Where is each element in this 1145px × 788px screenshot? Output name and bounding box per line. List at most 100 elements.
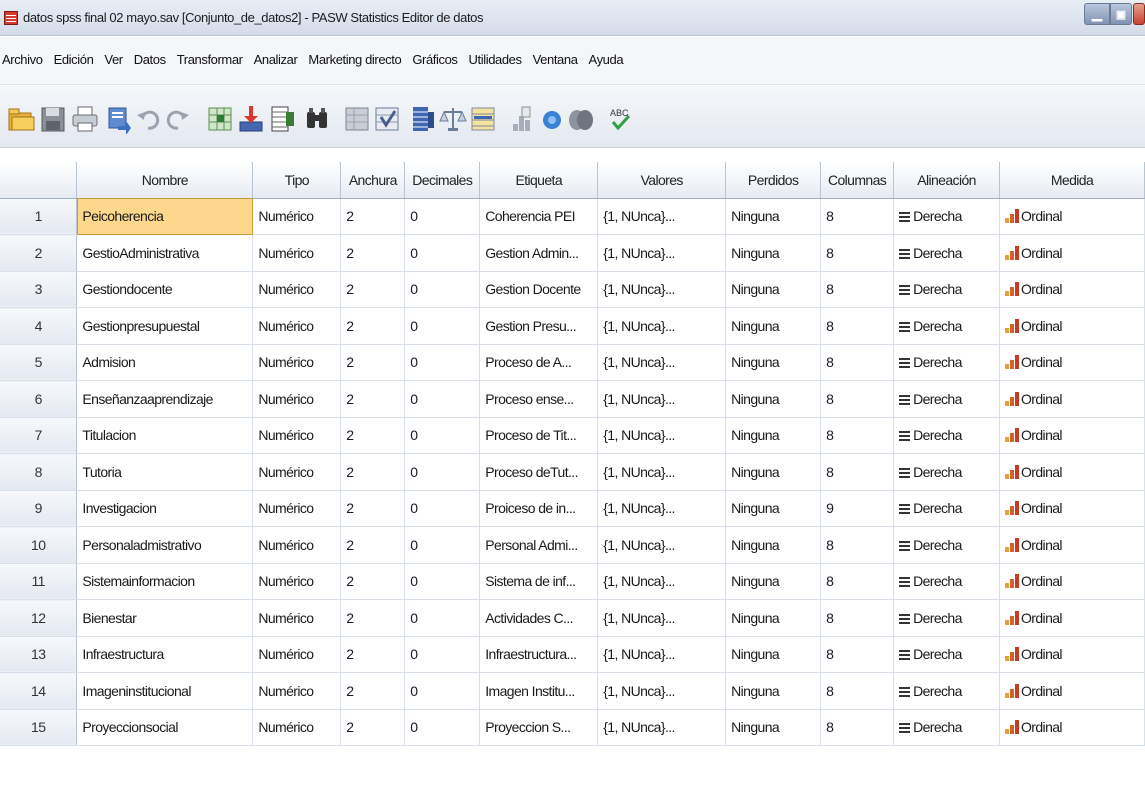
cell-decimales[interactable]: 0 xyxy=(404,307,481,345)
maximize-button[interactable]: ▣ xyxy=(1110,3,1132,25)
print-icon[interactable] xyxy=(70,104,100,134)
menu-transformar[interactable]: Transformar xyxy=(177,52,243,67)
cell-etiqueta[interactable]: Infraestructura... xyxy=(479,636,599,673)
cell-alineacion[interactable]: Derecha xyxy=(893,526,1001,564)
cell-alineacion[interactable]: Derecha xyxy=(893,198,1001,235)
cell-tipo[interactable]: Numérico xyxy=(252,563,342,600)
cell-tipo[interactable]: Numérico xyxy=(252,672,342,710)
show-all-variables-icon[interactable] xyxy=(566,104,596,134)
cell-tipo[interactable]: Numérico xyxy=(252,636,342,673)
cell-decimales[interactable]: 0 xyxy=(404,380,481,418)
cell-perdidos[interactable]: Ninguna xyxy=(725,234,822,272)
weight-cases-icon[interactable] xyxy=(438,104,468,134)
cell-medida[interactable]: Ordinal xyxy=(999,198,1145,235)
cell-valores[interactable]: {1, NUnca}... xyxy=(597,234,727,272)
row-number[interactable]: 11 xyxy=(0,563,78,600)
cell-tipo[interactable]: Numérico xyxy=(252,344,342,381)
cell-valores[interactable]: {1, NUnca}... xyxy=(597,380,727,418)
table-row[interactable]: 10 Personaladmistrativo Numérico 2 0 Personal… xyxy=(0,526,1145,564)
menu-archivo[interactable]: Archivo xyxy=(2,52,43,67)
row-number[interactable]: 12 xyxy=(0,599,78,637)
table-row[interactable]: 4 Gestionpresupuestal Numérico 2 0 Gestion Pr… xyxy=(0,307,1145,345)
cell-etiqueta[interactable]: Proceso de Tit... xyxy=(479,417,599,454)
cell-decimales[interactable]: 0 xyxy=(404,636,481,673)
cell-decimales[interactable]: 0 xyxy=(404,271,481,308)
row-number[interactable]: 9 xyxy=(0,490,78,527)
cell-columnas[interactable]: 8 xyxy=(820,636,895,673)
cell-columnas[interactable]: 8 xyxy=(820,417,895,454)
header-columnas[interactable]: Columnas xyxy=(820,162,895,199)
split-file-icon[interactable] xyxy=(408,104,438,134)
table-row[interactable]: 15 Proyeccionsocial Numérico 2 0 Proyeccion S… xyxy=(0,709,1145,746)
cell-perdidos[interactable]: Ninguna xyxy=(725,709,822,746)
header-etiqueta[interactable]: Etiqueta xyxy=(479,162,599,199)
cell-columnas[interactable]: 8 xyxy=(820,563,895,600)
cell-tipo[interactable]: Numérico xyxy=(252,417,342,454)
cell-decimales[interactable]: 0 xyxy=(404,453,481,491)
menu-graficos[interactable]: Gráficos xyxy=(412,52,458,67)
cell-tipo[interactable]: Numérico xyxy=(252,526,342,564)
cell-medida[interactable]: Ordinal xyxy=(999,599,1145,637)
cell-decimales[interactable]: 0 xyxy=(404,198,481,235)
cell-tipo[interactable]: Numérico xyxy=(252,307,342,345)
cell-etiqueta[interactable]: Actividades C... xyxy=(479,599,599,637)
menu-marketing-directo[interactable]: Marketing directo xyxy=(308,52,401,67)
redo-icon[interactable] xyxy=(162,104,192,134)
header-nombre[interactable]: Nombre xyxy=(76,162,254,199)
cell-valores[interactable]: {1, NUnca}... xyxy=(597,672,727,710)
cell-columnas[interactable]: 8 xyxy=(820,271,895,308)
cell-nombre[interactable]: Admision xyxy=(76,344,254,381)
cell-decimales[interactable]: 0 xyxy=(404,563,481,600)
cell-tipo[interactable]: Numérico xyxy=(252,198,342,235)
cell-etiqueta[interactable]: Gestion Presu... xyxy=(479,307,599,345)
value-labels-icon[interactable] xyxy=(510,104,540,134)
cell-valores[interactable]: {1, NUnca}... xyxy=(597,526,727,564)
menu-ventana[interactable]: Ventana xyxy=(533,52,578,67)
cell-valores[interactable]: {1, NUnca}... xyxy=(597,307,727,345)
cell-medida[interactable]: Ordinal xyxy=(999,380,1145,418)
cell-nombre[interactable]: Bienestar xyxy=(76,599,254,637)
cell-alineacion[interactable]: Derecha xyxy=(893,490,1001,527)
cell-tipo[interactable]: Numérico xyxy=(252,380,342,418)
cell-columnas[interactable]: 8 xyxy=(820,526,895,564)
cell-columnas[interactable]: 8 xyxy=(820,709,895,746)
cell-anchura[interactable]: 2 xyxy=(340,307,406,345)
cell-nombre[interactable]: Imageninstitucional xyxy=(76,672,254,710)
table-row[interactable]: 13 Infraestructura Numérico 2 0 Infraestructu… xyxy=(0,636,1145,673)
cell-perdidos[interactable]: Ninguna xyxy=(725,417,822,454)
cell-nombre[interactable]: Personaladmistrativo xyxy=(76,526,254,564)
cell-medida[interactable]: Ordinal xyxy=(999,417,1145,454)
row-number[interactable]: 14 xyxy=(0,672,78,710)
cell-anchura[interactable]: 2 xyxy=(340,526,406,564)
cell-medida[interactable]: Ordinal xyxy=(999,234,1145,272)
cell-nombre[interactable]: Sistemainformacion xyxy=(76,563,254,600)
cell-etiqueta[interactable]: Coherencia PEI xyxy=(479,198,599,235)
cell-perdidos[interactable]: Ninguna xyxy=(725,453,822,491)
cell-decimales[interactable]: 0 xyxy=(404,599,481,637)
cell-etiqueta[interactable]: Gestion Docente xyxy=(479,271,599,308)
cell-tipo[interactable]: Numérico xyxy=(252,599,342,637)
menu-ver[interactable]: Ver xyxy=(104,52,123,67)
cell-perdidos[interactable]: Ninguna xyxy=(725,380,822,418)
header-medida[interactable]: Medida xyxy=(999,162,1145,199)
row-number[interactable]: 6 xyxy=(0,380,78,418)
minimize-button[interactable]: ▁ xyxy=(1084,3,1110,25)
cell-nombre[interactable]: Investigacion xyxy=(76,490,254,527)
cell-tipo[interactable]: Numérico xyxy=(252,709,342,746)
cell-decimales[interactable]: 0 xyxy=(404,709,481,746)
cell-columnas[interactable]: 8 xyxy=(820,453,895,491)
header-perdidos[interactable]: Perdidos xyxy=(725,162,822,199)
header-tipo[interactable]: Tipo xyxy=(252,162,342,199)
header-valores[interactable]: Valores xyxy=(597,162,727,199)
corner-cell[interactable] xyxy=(0,162,78,199)
cell-medida[interactable]: Ordinal xyxy=(999,672,1145,710)
table-row[interactable]: 9 Investigacion Numérico 2 0 Proiceso de in..… xyxy=(0,490,1145,527)
cell-anchura[interactable]: 2 xyxy=(340,344,406,381)
cell-valores[interactable]: {1, NUnca}... xyxy=(597,563,727,600)
table-row[interactable]: 2 GestioAdministrativa Numérico 2 0 Gestion A… xyxy=(0,234,1145,272)
cell-medida[interactable]: Ordinal xyxy=(999,526,1145,564)
cell-medida[interactable]: Ordinal xyxy=(999,490,1145,527)
cell-etiqueta[interactable]: Proceso de A... xyxy=(479,344,599,381)
cell-tipo[interactable]: Numérico xyxy=(252,271,342,308)
cell-valores[interactable]: {1, NUnca}... xyxy=(597,599,727,637)
